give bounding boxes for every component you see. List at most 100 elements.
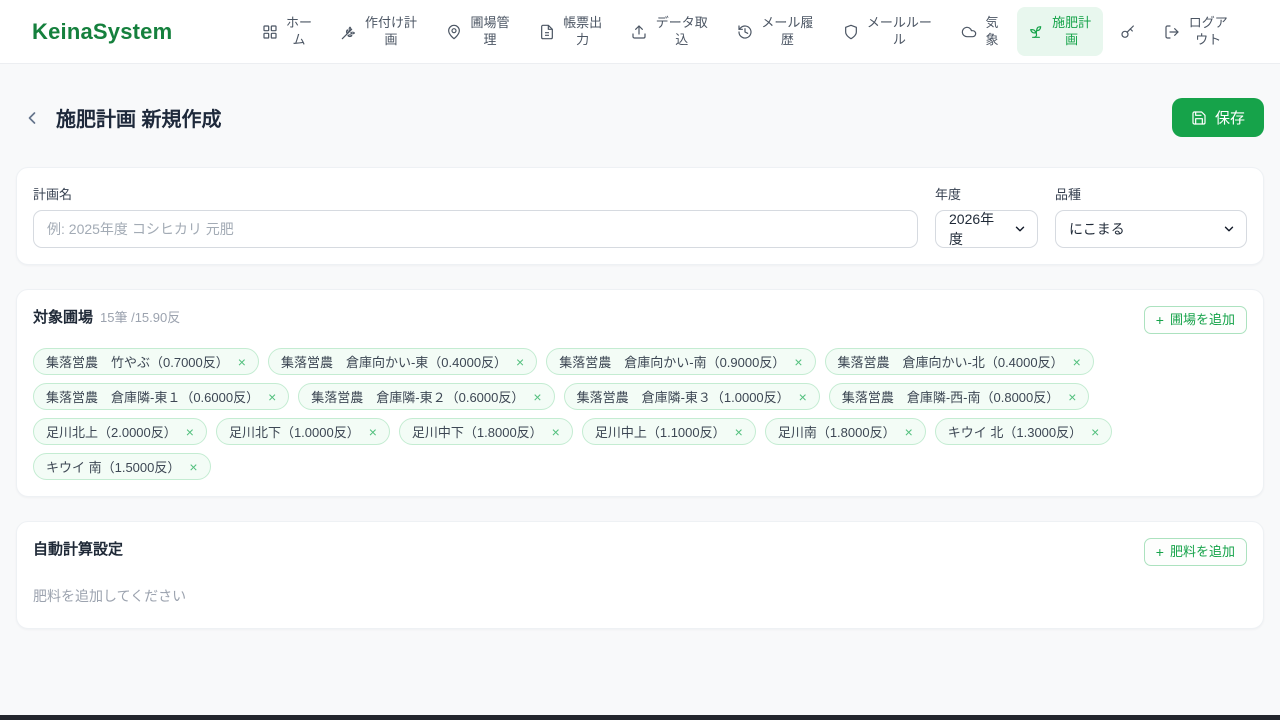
field-chip: キウイ 北（1.3000反） × bbox=[934, 418, 1113, 446]
year-select-value: 2026年度 bbox=[949, 211, 995, 247]
year-field: 年度 2026年度 bbox=[935, 184, 1038, 248]
field-chip-list: 集落営農 竹やぶ（0.7000反） × 集落営農 倉庫向かい-東（0.4000反） ×… bbox=[33, 348, 1247, 481]
nav-item-field-management[interactable]: 圃場管理 bbox=[435, 7, 522, 57]
field-chip: 集落営農 竹やぶ（0.7000反） × bbox=[33, 348, 259, 376]
field-chip: キウイ 南（1.5000反） × bbox=[33, 453, 211, 481]
year-select[interactable]: 2026年度 bbox=[935, 210, 1038, 248]
nav-item-key[interactable] bbox=[1109, 16, 1147, 48]
field-chip-label: 集落営農 倉庫隣-西-南（0.8000反） bbox=[841, 390, 1060, 406]
field-chip: 足川中下（1.8000反） × bbox=[398, 418, 573, 446]
nav-item-label: 施肥計画 bbox=[1052, 14, 1092, 47]
nav-item-report-output[interactable]: 帳票出力 bbox=[528, 7, 615, 57]
field-chip: 集落営農 倉庫隣-東１（0.6000反） × bbox=[33, 383, 290, 411]
field-chip-label: 集落営農 倉庫向かい-北（0.4000反） bbox=[837, 355, 1064, 371]
field-chip-label: キウイ 南（1.5000反） bbox=[46, 460, 181, 476]
add-fertilizer-button[interactable]: + 肥料を追加 bbox=[1143, 538, 1247, 567]
sprout-icon bbox=[1028, 24, 1044, 40]
target-fields-card: 対象圃場 15筆 /15.90反 + 圃場を追加 集落営農 竹やぶ（0.7000反… bbox=[16, 289, 1264, 498]
field-chip-label: 足川北下（1.0000反） bbox=[228, 425, 360, 441]
nav-item-data-import[interactable]: データ取込 bbox=[620, 7, 720, 57]
document-icon bbox=[539, 24, 555, 40]
plan-form-card: 計画名 年度 2026年度 品種 にこまる bbox=[16, 167, 1264, 265]
nav-item-fertilization-plan[interactable]: 施肥計画 bbox=[1016, 6, 1104, 57]
variety-label: 品種 bbox=[1055, 187, 1082, 202]
variety-field: 品種 にこまる bbox=[1055, 184, 1247, 248]
field-chip-label: 足川南（1.8000反） bbox=[777, 425, 896, 441]
grid-icon bbox=[262, 24, 278, 40]
nav-item-home[interactable]: ホーム bbox=[251, 7, 323, 57]
field-chip-label: 足川中下（1.8000反） bbox=[411, 425, 543, 441]
nav-item-label: 圃場管理 bbox=[470, 14, 510, 47]
remove-field-icon[interactable]: × bbox=[186, 425, 194, 439]
add-field-button-label: 圃場を追加 bbox=[1169, 312, 1235, 327]
history-icon bbox=[737, 24, 753, 40]
field-chip: 集落営農 倉庫隣-東２（0.6000反） × bbox=[298, 383, 555, 411]
nav-item-label: メールルール bbox=[866, 14, 932, 47]
add-field-button[interactable]: + 圃場を追加 bbox=[1143, 306, 1247, 335]
key-icon bbox=[1120, 24, 1136, 40]
upload-icon bbox=[631, 24, 647, 40]
remove-field-icon[interactable]: × bbox=[905, 425, 913, 439]
save-button[interactable]: 保存 bbox=[1171, 98, 1264, 137]
target-fields-title: 対象圃場 bbox=[33, 309, 94, 326]
page-title: 施肥計画 新規作成 bbox=[56, 109, 222, 131]
target-fields-heading: 対象圃場 15筆 /15.90反 bbox=[33, 306, 180, 327]
remove-field-icon[interactable]: × bbox=[1091, 425, 1099, 439]
nav-item-label: データ取込 bbox=[655, 14, 708, 47]
remove-field-icon[interactable]: × bbox=[238, 355, 246, 369]
field-chip: 足川北下（1.0000反） × bbox=[215, 418, 390, 446]
nav-item-label: メール履歴 bbox=[761, 14, 814, 47]
save-icon bbox=[1191, 110, 1207, 126]
field-chip: 集落営農 倉庫隣-東３（1.0000反） × bbox=[563, 383, 820, 411]
auto-calc-card: 自動計算設定 + 肥料を追加 肥料を追加してください bbox=[16, 521, 1264, 630]
variety-select[interactable]: にこまる bbox=[1055, 210, 1247, 248]
nav-item-cropping-plan[interactable]: 作付け計画 bbox=[330, 7, 430, 57]
nav-item-logout[interactable]: ログアウト bbox=[1153, 7, 1240, 57]
bottom-edge-bar bbox=[0, 715, 1280, 720]
field-chip-label: キウイ 北（1.3000反） bbox=[947, 425, 1083, 441]
top-nav: KeinaSystem ホーム 作付け計画 圃場管理 帳票出力 データ取込 メー… bbox=[0, 0, 1280, 64]
variety-select-value: にこまる bbox=[1069, 221, 1125, 237]
add-fertilizer-button-label: 肥料を追加 bbox=[1169, 544, 1235, 560]
chevron-left-icon bbox=[22, 108, 42, 128]
chevron-down-icon bbox=[1013, 222, 1027, 236]
field-chip: 足川中上（1.1000反） × bbox=[581, 418, 756, 446]
field-chip-label: 集落営農 倉庫隣-東２（0.6000反） bbox=[311, 390, 525, 406]
field-chip-label: 集落営農 倉庫向かい-東（0.4000反） bbox=[280, 355, 508, 371]
plan-name-label: 計画名 bbox=[33, 187, 73, 202]
remove-field-icon[interactable]: × bbox=[552, 425, 560, 439]
nav-item-label: 帳票出力 bbox=[563, 14, 603, 47]
target-fields-summary: 15筆 /15.90反 bbox=[100, 310, 181, 325]
remove-field-icon[interactable]: × bbox=[268, 390, 276, 404]
page-header: 施肥計画 新規作成 保存 bbox=[16, 64, 1264, 167]
logout-icon bbox=[1164, 24, 1180, 40]
back-button[interactable] bbox=[22, 108, 42, 128]
empty-message: 肥料を追加してください bbox=[33, 588, 187, 605]
remove-field-icon[interactable]: × bbox=[1073, 355, 1081, 369]
field-chip-label: 集落営農 倉庫向かい-南（0.9000反） bbox=[559, 355, 786, 371]
nav-item-label: ホーム bbox=[286, 14, 313, 47]
field-chip: 集落営農 倉庫隣-西-南（0.8000反） × bbox=[828, 383, 1090, 411]
remove-field-icon[interactable]: × bbox=[369, 425, 377, 439]
remove-field-icon[interactable]: × bbox=[794, 355, 802, 369]
plan-name-input[interactable] bbox=[33, 210, 918, 248]
field-chip: 集落営農 倉庫向かい-北（0.4000反） × bbox=[824, 348, 1094, 376]
brand-logo[interactable]: KeinaSystem bbox=[32, 19, 172, 45]
remove-field-icon[interactable]: × bbox=[533, 390, 541, 404]
field-chip-label: 集落営農 倉庫隣-東３（1.0000反） bbox=[576, 390, 790, 406]
nav-item-label: ログアウト bbox=[1188, 14, 1228, 47]
remove-field-icon[interactable]: × bbox=[1068, 390, 1076, 404]
remove-field-icon[interactable]: × bbox=[799, 390, 807, 404]
field-chip: 集落営農 倉庫向かい-東（0.4000反） × bbox=[267, 348, 538, 376]
chevron-down-icon bbox=[1222, 222, 1236, 236]
field-chip-label: 集落営農 竹やぶ（0.7000反） bbox=[46, 355, 229, 371]
remove-field-icon[interactable]: × bbox=[735, 425, 743, 439]
nav-item-weather[interactable]: 気象 bbox=[950, 7, 1011, 57]
nav-items: ホーム 作付け計画 圃場管理 帳票出力 データ取込 メール履歴 メールルール 気… bbox=[251, 6, 1240, 57]
nav-item-mail-rules[interactable]: メールルール bbox=[832, 7, 945, 57]
remove-field-icon[interactable]: × bbox=[516, 355, 524, 369]
nav-item-mail-history[interactable]: メール履歴 bbox=[726, 7, 826, 57]
save-button-label: 保存 bbox=[1214, 110, 1245, 127]
shield-icon bbox=[843, 24, 859, 40]
remove-field-icon[interactable]: × bbox=[189, 460, 197, 474]
